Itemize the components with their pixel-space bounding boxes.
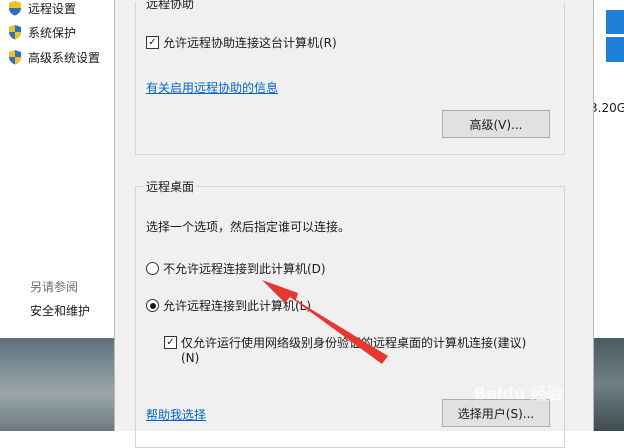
group-title: 远程协助: [144, 0, 197, 12]
shield-icon: [9, 25, 21, 40]
remote-desktop-instruction: 选择一个选项，然后指定谁可以连接。: [146, 220, 351, 234]
sidebar-item-advanced-settings[interactable]: 高级系统设置: [8, 47, 100, 67]
group-title: 远程桌面: [144, 178, 197, 195]
sidebar-item-system-protection[interactable]: 系统保护: [8, 22, 76, 42]
shield-icon: [9, 50, 21, 65]
baidu-watermark-logo: Baidu 经验: [474, 384, 564, 403]
windows-logo-icon: [606, 10, 624, 62]
shield-icon: [9, 1, 21, 16]
checkbox-label-line2: (N): [181, 351, 200, 365]
radio-label: 不允许远程连接到此计算机(D): [163, 262, 326, 276]
radio-button[interactable]: [146, 299, 159, 312]
advanced-button[interactable]: 高级(V)...: [442, 110, 550, 138]
checkbox-label: 允许远程协助连接这台计算机(R): [163, 36, 337, 50]
radio-selected-dot: [149, 302, 156, 309]
remote-desktop-group: 远程桌面 选择一个选项，然后指定谁可以连接。 不允许远程连接到此计算机(D) 允…: [135, 178, 565, 448]
sidebar-item-remote-settings[interactable]: 远程设置: [8, 0, 76, 18]
checkbox-box[interactable]: ✓: [146, 36, 159, 49]
desktop-background: [592, 338, 624, 431]
security-maintenance-link[interactable]: 安全和维护: [30, 302, 90, 319]
sidebar-item-label: 系统保护: [28, 25, 77, 40]
radio-button[interactable]: [146, 262, 159, 275]
svg-text:Baidu 经验: Baidu 经验: [474, 384, 564, 403]
sidebar-item-label: 高级系统设置: [28, 50, 101, 65]
system-properties-dialog: 远程协助 ✓ 允许远程协助连接这台计算机(R) 有关启用远程协助的信息 高级(V…: [114, 0, 594, 448]
radio-label: 允许远程连接到此计算机(L): [163, 299, 312, 313]
remote-assistance-group: 远程协助 ✓ 允许远程协助连接这台计算机(R) 有关启用远程协助的信息 高级(V…: [135, 0, 565, 155]
deny-remote-connections-radio[interactable]: 不允许远程连接到此计算机(D): [146, 260, 326, 277]
sidebar-item-label: 远程设置: [28, 1, 77, 16]
checkbox-label-line1: 仅允许运行使用网络级别身份验证的远程桌面的计算机连接(建议): [181, 336, 527, 350]
allow-remote-assistance-checkbox[interactable]: ✓ 允许远程协助连接这台计算机(R): [146, 34, 337, 51]
checkbox-box[interactable]: ✓: [164, 336, 177, 349]
control-panel-sidebar: 远程设置 系统保护 高级系统设置 另请参阅 安全和维护: [0, 0, 114, 338]
remote-assistance-info-link[interactable]: 有关启用远程协助的信息: [146, 79, 278, 96]
cpu-speed-text: 3.20GH: [590, 101, 624, 115]
help-me-choose-link[interactable]: 帮助我选择: [146, 406, 206, 423]
see-also-heading: 另请参阅: [30, 280, 79, 294]
checkbox-label: 仅允许运行使用网络级别身份验证的远程桌面的计算机连接(建议) (N): [181, 334, 526, 365]
allow-remote-connections-radio[interactable]: 允许远程连接到此计算机(L): [146, 297, 311, 314]
desktop-background: [0, 338, 114, 431]
nla-only-checkbox[interactable]: ✓ 仅允许运行使用网络级别身份验证的远程桌面的计算机连接(建议) (N): [164, 334, 544, 365]
